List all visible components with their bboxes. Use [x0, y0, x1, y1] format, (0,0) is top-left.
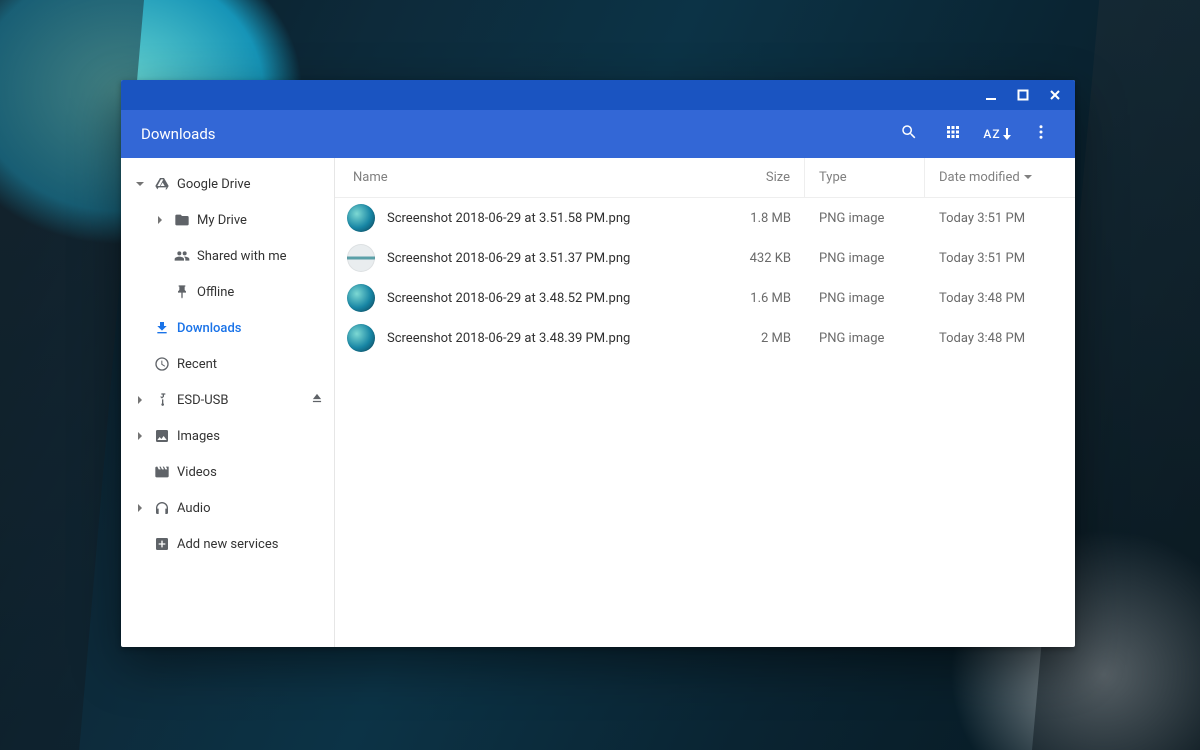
usb-icon — [151, 392, 173, 408]
window-body: Google Drive My Drive Shared with me Off… — [121, 158, 1075, 647]
clock-icon — [151, 356, 173, 372]
file-name: Screenshot 2018-06-29 at 3.48.52 PM.png — [375, 291, 695, 306]
chevron-right-icon — [129, 431, 151, 441]
files-window: Downloads AZ — [121, 80, 1075, 647]
sidebar-item-audio[interactable]: Audio — [121, 490, 334, 526]
file-rows: Screenshot 2018-06-29 at 3.51.58 PM.png1… — [335, 198, 1075, 647]
column-header-size[interactable]: Size — [695, 158, 805, 197]
file-date: Today 3:51 PM — [925, 211, 1075, 226]
headphones-icon — [151, 500, 173, 516]
sort-az-icon: AZ — [983, 127, 1010, 141]
sidebar-item-shared-with-me[interactable]: Shared with me — [121, 238, 334, 274]
file-thumbnail — [347, 324, 375, 352]
add-box-icon — [151, 536, 173, 552]
sidebar-item-label: Downloads — [173, 321, 324, 336]
file-size: 432 KB — [695, 251, 805, 266]
people-icon — [171, 248, 193, 264]
chevron-right-icon — [129, 395, 151, 405]
folder-icon — [171, 212, 193, 228]
file-name: Screenshot 2018-06-29 at 3.48.39 PM.png — [375, 331, 695, 346]
sidebar-item-offline[interactable]: Offline — [121, 274, 334, 310]
sidebar-item-google-drive[interactable]: Google Drive — [121, 166, 334, 202]
sidebar-item-downloads[interactable]: Downloads — [121, 310, 334, 346]
sidebar-item-label: Audio — [173, 501, 324, 516]
sidebar: Google Drive My Drive Shared with me Off… — [121, 158, 335, 647]
file-thumbnail — [347, 284, 375, 312]
sidebar-item-label: ESD-USB — [173, 393, 310, 408]
sidebar-item-label: Google Drive — [173, 177, 324, 192]
sidebar-item-label: Images — [173, 429, 324, 444]
sidebar-item-label: Recent — [173, 357, 324, 372]
chevron-down-icon — [129, 179, 151, 189]
file-pane: Name Size Type Date modified Screenshot … — [335, 158, 1075, 647]
sort-button[interactable]: AZ — [975, 110, 1019, 158]
file-name: Screenshot 2018-06-29 at 3.51.37 PM.png — [375, 251, 695, 266]
sidebar-item-label: Offline — [193, 285, 324, 300]
search-button[interactable] — [887, 110, 931, 158]
file-thumbnail — [347, 204, 375, 232]
more-vert-icon — [1032, 123, 1050, 145]
sidebar-item-images[interactable]: Images — [121, 418, 334, 454]
sort-desc-icon — [1024, 170, 1032, 185]
file-size: 1.8 MB — [695, 211, 805, 226]
close-button[interactable] — [1039, 80, 1071, 110]
sidebar-item-label: Add new services — [173, 537, 324, 552]
more-options-button[interactable] — [1019, 110, 1063, 158]
pin-icon — [171, 284, 193, 300]
download-icon — [151, 320, 173, 336]
grid-icon — [944, 123, 962, 145]
eject-button[interactable] — [310, 391, 324, 409]
file-row[interactable]: Screenshot 2018-06-29 at 3.51.58 PM.png1… — [335, 198, 1075, 238]
file-thumbnail — [347, 244, 375, 272]
maximize-button[interactable] — [1007, 80, 1039, 110]
minimize-button[interactable] — [975, 80, 1007, 110]
file-date: Today 3:48 PM — [925, 331, 1075, 346]
file-date: Today 3:48 PM — [925, 291, 1075, 306]
video-icon — [151, 464, 173, 480]
sidebar-item-label: Shared with me — [193, 249, 324, 264]
column-headers: Name Size Type Date modified — [335, 158, 1075, 198]
sidebar-item-recent[interactable]: Recent — [121, 346, 334, 382]
file-type: PNG image — [805, 291, 925, 306]
file-name: Screenshot 2018-06-29 at 3.51.58 PM.png — [375, 211, 695, 226]
page-title: Downloads — [141, 125, 887, 143]
file-date: Today 3:51 PM — [925, 251, 1075, 266]
sidebar-item-my-drive[interactable]: My Drive — [121, 202, 334, 238]
sidebar-item-esd-usb[interactable]: ESD-USB — [121, 382, 334, 418]
file-type: PNG image — [805, 211, 925, 226]
sidebar-item-videos[interactable]: Videos — [121, 454, 334, 490]
file-size: 2 MB — [695, 331, 805, 346]
file-size: 1.6 MB — [695, 291, 805, 306]
file-row[interactable]: Screenshot 2018-06-29 at 3.48.39 PM.png2… — [335, 318, 1075, 358]
file-type: PNG image — [805, 331, 925, 346]
file-row[interactable]: Screenshot 2018-06-29 at 3.51.37 PM.png4… — [335, 238, 1075, 278]
column-header-date[interactable]: Date modified — [925, 170, 1075, 185]
file-row[interactable]: Screenshot 2018-06-29 at 3.48.52 PM.png1… — [335, 278, 1075, 318]
chevron-right-icon — [149, 215, 171, 225]
column-header-date-label: Date modified — [939, 170, 1020, 185]
window-titlebar — [121, 80, 1075, 110]
search-icon — [900, 123, 918, 145]
sidebar-item-add-new-services[interactable]: Add new services — [121, 526, 334, 562]
sidebar-item-label: Videos — [173, 465, 324, 480]
sidebar-item-label: My Drive — [193, 213, 324, 228]
file-type: PNG image — [805, 251, 925, 266]
chevron-right-icon — [129, 503, 151, 513]
toolbar: Downloads AZ — [121, 110, 1075, 158]
grid-view-button[interactable] — [931, 110, 975, 158]
sort-az-label: AZ — [983, 127, 1000, 141]
column-header-type[interactable]: Type — [805, 158, 925, 197]
image-icon — [151, 428, 173, 444]
drive-icon — [151, 176, 173, 192]
column-header-name[interactable]: Name — [335, 170, 695, 185]
